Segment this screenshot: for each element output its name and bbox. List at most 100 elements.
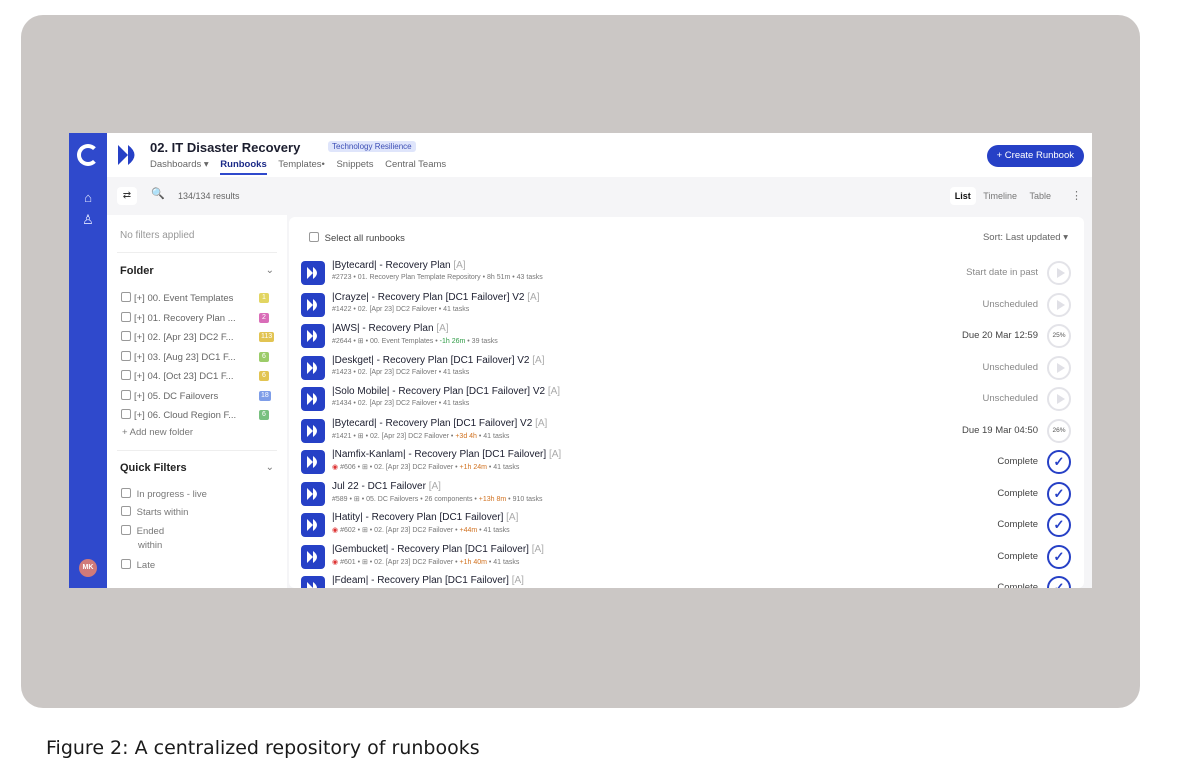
home-icon[interactable]: ⌂	[80, 190, 96, 206]
quick-filter-label: Starts within	[136, 507, 189, 518]
quick-filter-item[interactable]: Starts within	[121, 506, 188, 518]
runbook-marker: [A]	[453, 260, 466, 271]
runbook-row[interactable]: |Fdeam| - Recovery Plan [DC1 Failover] […	[289, 572, 1084, 588]
create-runbook-button[interactable]: + Create Runbook	[986, 145, 1084, 167]
runbook-row[interactable]: |Hatity| - Recovery Plan [DC1 Failover] …	[289, 509, 1084, 541]
nav-runbooks[interactable]: Runbooks	[220, 159, 267, 175]
app-window: ⌂ ♙ MK 02. IT Disaster Recovery Technolo…	[69, 133, 1092, 588]
play-icon[interactable]	[1047, 355, 1071, 380]
quick-filter-label: Late	[136, 560, 156, 571]
search-icon[interactable]: 🔍	[151, 187, 165, 200]
runbook-row[interactable]: |AWS| - Recovery Plan [A] #2644 • ⊞ • 00.…	[289, 320, 1084, 352]
quick-filter-item[interactable]: Late	[121, 559, 155, 571]
runbook-row[interactable]: |Deskget| - Recovery Plan [DC1 Failover]…	[289, 352, 1084, 384]
filter-toggle-icon[interactable]: ⇄	[117, 187, 137, 205]
folder-checkbox[interactable]	[121, 292, 131, 302]
runbook-list-area: Select all runbooks Sort: Last updated ▾…	[287, 215, 1092, 588]
runbook-meta-tail: • 910 tasks	[506, 495, 543, 503]
runbook-row[interactable]: |Bytecard| - Recovery Plan [DC1 Failover…	[289, 415, 1084, 447]
view-timeline[interactable]: Timeline	[978, 187, 1022, 205]
nav-templates[interactable]: Templates•	[278, 159, 325, 170]
runbook-row[interactable]: Jul 22 - DC1 Failover [A] #589 • ⊞ • 05. …	[289, 478, 1084, 510]
nav-dashboards[interactable]: Dashboards ▾	[150, 159, 209, 170]
runbook-name[interactable]: |Crayze| - Recovery Plan [DC1 Failover] …	[332, 292, 540, 303]
runbook-name[interactable]: |Hatity| - Recovery Plan [DC1 Failover] …	[332, 512, 518, 523]
runbook-name[interactable]: |Namfix-Kanlam| - Recovery Plan [DC1 Fai…	[332, 449, 561, 460]
runbook-icon	[301, 292, 325, 317]
chevron-down-icon[interactable]: ⌄	[266, 462, 274, 473]
quick-filter-checkbox[interactable]	[121, 506, 131, 516]
runbook-title: |Hatity| - Recovery Plan [DC1 Failover]	[332, 512, 504, 523]
divider	[117, 450, 277, 451]
quick-filter-item[interactable]: Ended	[121, 525, 164, 537]
select-all-checkbox[interactable]	[309, 232, 319, 242]
folder-item[interactable]: [+] 01. Recovery Plan ... 2	[121, 311, 269, 327]
folder-checkbox[interactable]	[121, 331, 131, 341]
runbook-row[interactable]: |Gembucket| - Recovery Plan [DC1 Failove…	[289, 541, 1084, 573]
runbook-status: Unscheduled	[982, 298, 1038, 310]
runbook-name[interactable]: |Solo Mobile| - Recovery Plan [DC1 Failo…	[332, 386, 560, 397]
runbook-title: |AWS| - Recovery Plan	[332, 323, 434, 334]
quick-filter-checkbox[interactable]	[121, 559, 131, 569]
team-tag[interactable]: Technology Resilience	[328, 141, 416, 152]
folder-count-badge: 6	[259, 351, 269, 362]
check-circle-icon: ✓	[1047, 481, 1071, 506]
live-dot-icon: ◉	[332, 527, 341, 534]
runbook-meta-text: #601 • ⊞ • 02. [Apr 23] DC2 Failover •	[340, 558, 460, 566]
nav-snippets[interactable]: Snippets	[336, 159, 373, 170]
folder-checkbox[interactable]	[121, 389, 131, 400]
folder-item[interactable]: [+] 03. [Aug 23] DC1 F... 6	[121, 350, 269, 366]
runbook-name[interactable]: Jul 22 - DC1 Failover [A]	[332, 481, 441, 492]
quick-filter-item[interactable]: within	[121, 540, 162, 551]
app-logo-icon[interactable]	[77, 144, 99, 166]
runbook-name[interactable]: |Bytecard| - Recovery Plan [DC1 Failover…	[332, 418, 547, 429]
folder-checkbox[interactable]	[121, 370, 131, 380]
runbook-row[interactable]: |Bytecard| - Recovery Plan [A] #2723 • 01…	[289, 257, 1084, 289]
folder-item[interactable]: [+] 04. [Oct 23] DC1 F... 6	[121, 370, 269, 385]
runbook-marker: [A]	[531, 543, 544, 555]
runbook-duration-delta: +1h 24m	[459, 464, 487, 471]
quick-filter-item[interactable]: In progress - live	[121, 488, 207, 500]
avatar[interactable]: MK	[79, 559, 97, 577]
folder-label: 05. DC Failovers	[147, 390, 219, 402]
runbook-title: |Solo Mobile| - Recovery Plan [DC1 Failo…	[332, 386, 546, 397]
select-all-row[interactable]: Select all runbooks	[309, 232, 405, 244]
folder-checkbox[interactable]	[121, 311, 131, 322]
folder-item[interactable]: [+] 06. Cloud Region F... 6	[121, 409, 269, 424]
more-options-icon[interactable]: ⋮	[1071, 189, 1082, 202]
runbook-row[interactable]: |Solo Mobile| - Recovery Plan [DC1 Failo…	[289, 383, 1084, 415]
quick-filter-checkbox[interactable]	[121, 488, 131, 498]
chevron-down-icon[interactable]: ⌄	[266, 265, 274, 276]
folder-item[interactable]: [+] 05. DC Failovers 18	[121, 389, 271, 405]
runbook-name[interactable]: |Gembucket| - Recovery Plan [DC1 Failove…	[332, 544, 544, 555]
results-count: 134/134 results	[178, 191, 240, 201]
runbook-title: |Namfix-Kanlam| - Recovery Plan [DC1 Fai…	[332, 449, 547, 460]
runbook-name[interactable]: |AWS| - Recovery Plan [A]	[332, 323, 449, 334]
add-folder-link[interactable]: + Add new folder	[122, 427, 193, 438]
sort-dropdown[interactable]: Sort: Last updated ▾	[983, 232, 1068, 243]
divider	[117, 252, 277, 253]
play-icon[interactable]	[1047, 261, 1071, 285]
view-table[interactable]: Table	[1024, 187, 1056, 205]
nav-central-teams[interactable]: Central Teams	[385, 159, 446, 170]
quick-filters-title: Quick Filters	[120, 462, 187, 474]
runbook-name[interactable]: |Deskget| - Recovery Plan [DC1 Failover]…	[332, 355, 545, 366]
runbook-row[interactable]: |Crayze| - Recovery Plan [DC1 Failover] …	[289, 289, 1084, 321]
folder-item[interactable]: [+] 02. [Apr 23] DC2 F... 113	[121, 331, 275, 346]
play-icon[interactable]	[1047, 292, 1071, 317]
runbook-title: |Deskget| - Recovery Plan [DC1 Failover]…	[332, 354, 530, 366]
quick-filter-checkbox[interactable]	[121, 525, 131, 535]
folder-checkbox[interactable]	[121, 409, 131, 419]
runbook-duration-delta: +13h 8m	[478, 495, 507, 503]
folder-item[interactable]: [+] 00. Event Templates 1	[121, 292, 269, 307]
runbook-meta: ◉ #602 • ⊞ • 02. [Apr 23] DC2 Failover •…	[332, 526, 510, 534]
view-list[interactable]: List	[949, 187, 976, 205]
team-icon[interactable]: ♙	[80, 212, 96, 228]
runbook-name[interactable]: |Fdeam| - Recovery Plan [DC1 Failover] […	[332, 575, 524, 586]
play-icon[interactable]	[1047, 387, 1071, 411]
runbook-meta-text: #606 • ⊞ • 02. [Apr 23] DC2 Failover •	[340, 464, 460, 471]
runbook-row[interactable]: |Namfix-Kanlam| - Recovery Plan [DC1 Fai…	[289, 446, 1084, 478]
folder-count-badge: 6	[259, 371, 269, 381]
folder-checkbox[interactable]	[121, 350, 131, 361]
runbook-name[interactable]: |Bytecard| - Recovery Plan [A]	[332, 260, 466, 271]
